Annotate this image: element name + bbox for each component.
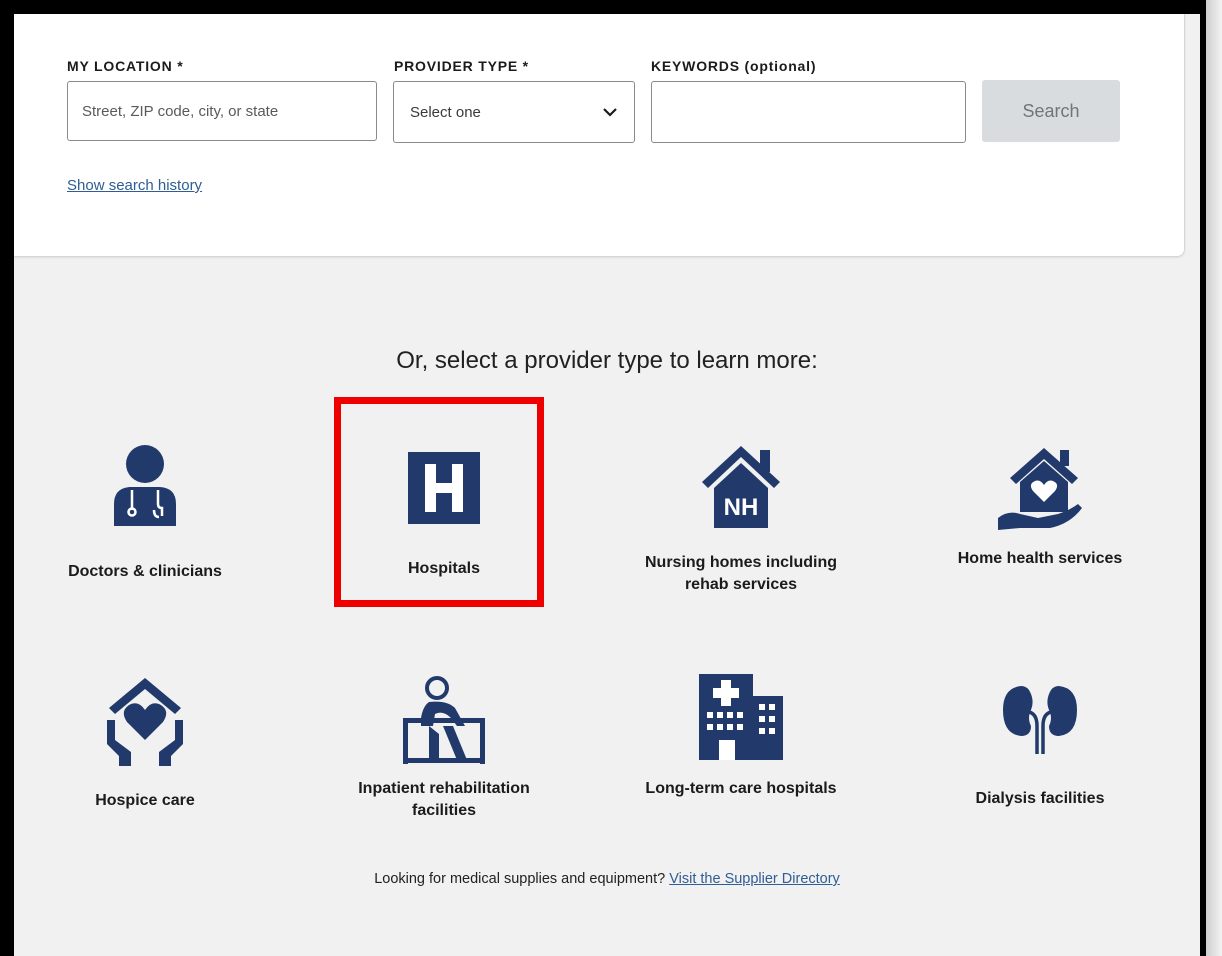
location-label: MY LOCATION * bbox=[67, 58, 184, 74]
svg-text:NH: NH bbox=[724, 494, 759, 521]
provider-tile-hospitals[interactable]: Hospitals bbox=[329, 452, 559, 580]
provider-type-label: PROVIDER TYPE * bbox=[394, 58, 529, 74]
page: MY LOCATION * PROVIDER TYPE * Select one… bbox=[14, 14, 1200, 956]
provider-tile-inpatient-rehab[interactable]: Inpatient rehabilitation facilities bbox=[329, 674, 559, 822]
long-term-care-icon bbox=[699, 674, 783, 760]
search-card: MY LOCATION * PROVIDER TYPE * Select one… bbox=[14, 14, 1185, 257]
provider-tile-hospice[interactable]: Hospice care bbox=[30, 674, 260, 812]
provider-tile-label: Dialysis facilities bbox=[975, 790, 1105, 807]
supplier-note: Looking for medical supplies and equipme… bbox=[14, 871, 1200, 887]
show-search-history-link[interactable]: Show search history bbox=[67, 177, 202, 194]
home-health-icon bbox=[998, 448, 1082, 530]
provider-tile-long-term-care[interactable]: Long-term care hospitals bbox=[626, 674, 856, 800]
hospice-icon bbox=[107, 678, 183, 766]
supplier-directory-link[interactable]: Visit the Supplier Directory bbox=[669, 871, 840, 887]
location-input[interactable] bbox=[67, 81, 377, 141]
kidney-icon bbox=[1003, 686, 1077, 754]
provider-tile-label: Inpatient rehabilitation facilities bbox=[358, 780, 530, 819]
keywords-input[interactable] bbox=[651, 81, 966, 143]
screenshot-frame-left bbox=[0, 0, 14, 956]
chevron-down-icon bbox=[603, 108, 617, 117]
provider-tile-nursing-homes[interactable]: NH Nursing homes including rehab service… bbox=[626, 442, 856, 596]
screenshot-frame-top bbox=[0, 0, 1222, 14]
provider-tile-label: Doctors & clinicians bbox=[68, 563, 222, 580]
provider-tile-label: Hospitals bbox=[407, 560, 480, 577]
nursing-home-icon: NH bbox=[702, 446, 780, 528]
provider-tile-doctors[interactable]: Doctors & clinicians bbox=[30, 444, 260, 583]
provider-tile-label: Nursing homes including rehab services bbox=[644, 554, 837, 593]
provider-tile-label: Home health services bbox=[957, 550, 1123, 567]
provider-type-heading: Or, select a provider type to learn more… bbox=[396, 347, 818, 374]
provider-tile-label: Long-term care hospitals bbox=[645, 780, 837, 797]
provider-tile-dialysis[interactable]: Dialysis facilities bbox=[925, 682, 1155, 810]
rehabilitation-icon bbox=[403, 676, 485, 764]
provider-type-select[interactable]: Select one bbox=[393, 81, 635, 143]
provider-tile-label: Hospice care bbox=[95, 792, 195, 809]
provider-type-value: Select one bbox=[410, 103, 481, 121]
doctor-icon bbox=[114, 445, 176, 526]
hospital-icon bbox=[408, 452, 480, 524]
provider-tile-home-health[interactable]: Home health services bbox=[925, 444, 1155, 570]
keywords-label: KEYWORDS (optional) bbox=[651, 58, 817, 74]
search-button[interactable]: Search bbox=[982, 80, 1120, 142]
supplier-note-text: Looking for medical supplies and equipme… bbox=[374, 871, 666, 887]
screenshot-shadow bbox=[1206, 0, 1222, 956]
